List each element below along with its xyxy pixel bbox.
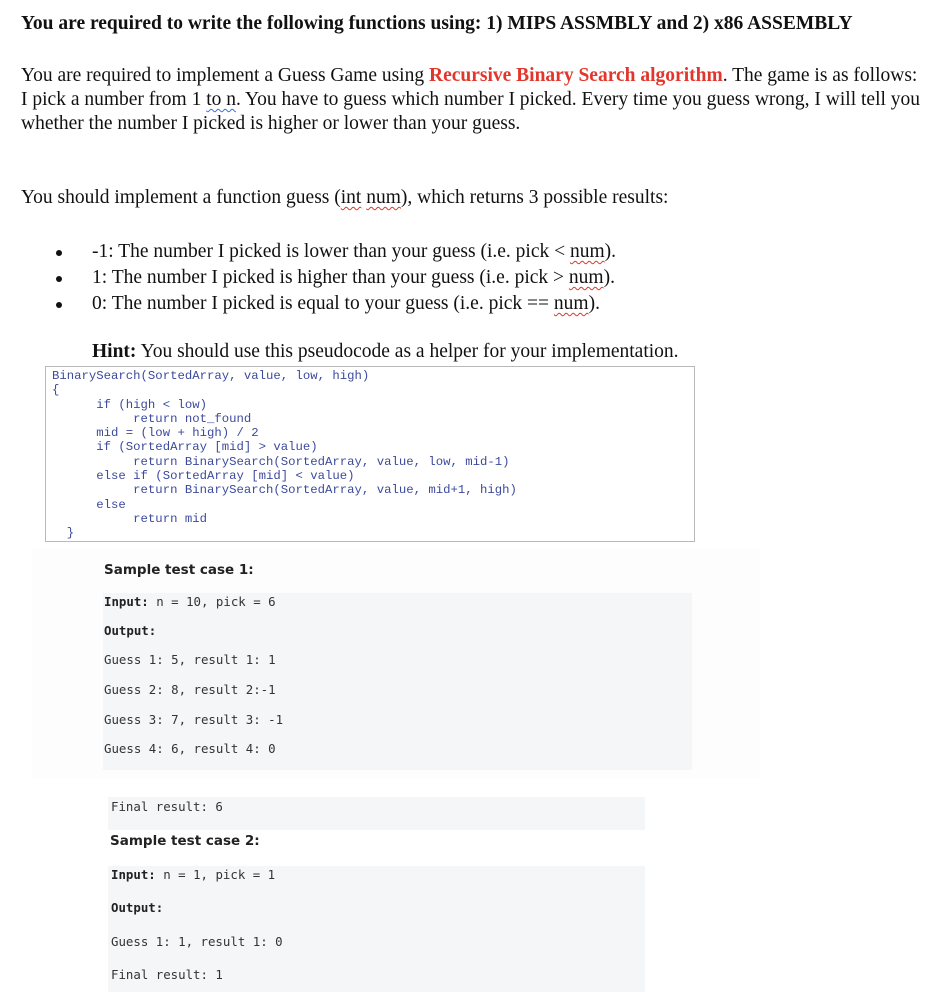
sample1-output-label: Output: — [104, 623, 156, 638]
sample2-heading: Sample test case 2: — [110, 833, 260, 849]
pseudocode-line: return BinarySearch(SortedArray, value, … — [133, 483, 517, 498]
result-text: -1: The number I picked is lower than yo… — [92, 241, 570, 262]
sample2-final-result: Final result: 1 — [111, 967, 223, 982]
assignment-title: You are required to write the following … — [21, 13, 853, 34]
pseudocode-line: else — [96, 497, 126, 512]
pseudocode-text: BinarySearch(SortedArray, value, low, hi… — [52, 369, 517, 541]
result-list: -1: The number I picked is lower than yo… — [56, 240, 616, 318]
sample2-guess-1: Guess 1: 1, result 1: 0 — [111, 934, 283, 949]
result-item-lower: -1: The number I picked is lower than yo… — [56, 240, 616, 266]
bullet-icon — [56, 250, 62, 256]
result-text: 0: The number I picked is equal to your … — [92, 293, 554, 314]
sample1-heading: Sample test case 1: — [104, 562, 254, 578]
spell-flagged-num: num — [553, 293, 589, 314]
function-description: You should implement a function guess (i… — [21, 186, 668, 210]
algorithm-highlight: Recursive Binary Search algorithm — [428, 65, 723, 86]
spell-flagged-num: num — [366, 187, 401, 208]
spell-flagged-num: num — [569, 241, 605, 262]
result-text-end: ). — [603, 267, 615, 288]
pseudocode-line: return mid — [133, 511, 207, 526]
pseudocode-line: BinarySearch(SortedArray, value, low, hi… — [52, 369, 370, 383]
intro-text: You are required to implement a Guess Ga… — [21, 65, 429, 86]
sample1-guess-4: Guess 4: 6, result 4: 0 — [104, 741, 276, 756]
pseudocode-line: mid = (low + high) / 2 — [96, 426, 259, 441]
result-item-equal: 0: The number I picked is equal to your … — [56, 292, 616, 318]
result-text-end: ). — [604, 241, 617, 262]
input-value: n = 10, pick = 6 — [148, 594, 276, 609]
input-value: n = 1, pick = 1 — [155, 867, 276, 882]
sample1-guess-2: Guess 2: 8, result 2:-1 — [104, 682, 276, 697]
output-label: Output: — [104, 623, 157, 638]
input-label: Input: — [104, 594, 149, 609]
result-item-higher: 1: The number I picked is higher than yo… — [56, 266, 616, 292]
game-rules-text: I pick a number from 1 — [21, 89, 207, 110]
sample1-final-block: Final result: 6 — [108, 797, 645, 830]
output-label: Output: — [111, 900, 164, 915]
pseudocode-line: if (high < low) — [96, 397, 207, 412]
sample2-output-label: Output: — [111, 900, 163, 915]
intro-paragraph: You are required to implement a Guess Ga… — [21, 64, 921, 136]
pseudocode-box: BinarySearch(SortedArray, value, low, hi… — [45, 366, 695, 542]
hint-label: Hint: — [92, 341, 137, 362]
sample2-block: Input: n = 1, pick = 1 Output: Guess 1: … — [108, 866, 645, 992]
spell-flagged-int: int — [340, 187, 362, 208]
intro-text-cont: . The game is as follows: — [722, 65, 918, 86]
pseudocode-line: } — [52, 526, 75, 541]
bullet-icon — [56, 302, 62, 308]
pseudocode-line: { — [52, 383, 60, 398]
sample1-input: Input: n = 10, pick = 6 — [104, 594, 276, 609]
pseudocode-line: else if (SortedArray [mid] < value) — [96, 469, 355, 484]
sample2-input: Input: n = 1, pick = 1 — [111, 867, 275, 882]
hint-paragraph: Hint: You should use this pseudocode as … — [92, 340, 679, 364]
pseudocode-line: return not_found — [133, 411, 252, 426]
sample1-guess-1: Guess 1: 5, result 1: 1 — [104, 652, 276, 667]
pseudocode-line: if (SortedArray [mid] > value) — [96, 440, 318, 455]
bullet-icon — [56, 276, 62, 282]
function-desc-text: You should implement a function guess ( — [21, 187, 341, 208]
grammar-flagged-text: to n — [206, 89, 236, 110]
sample1-block: Input: n = 10, pick = 6 Output: Guess 1:… — [103, 593, 692, 770]
result-text: 1: The number I picked is higher than yo… — [92, 267, 569, 288]
pseudocode-line: return BinarySearch(SortedArray, value, … — [133, 454, 510, 469]
input-label: Input: — [111, 867, 156, 882]
sample1-final-result: Final result: 6 — [111, 799, 223, 814]
spell-flagged-num: num — [568, 267, 604, 288]
sample1-guess-3: Guess 3: 7, result 3: -1 — [104, 712, 284, 727]
result-text-end: ). — [588, 293, 600, 314]
function-desc-text-cont: ), which returns 3 possible results: — [400, 187, 669, 208]
hint-text: You should use this pseudocode as a help… — [136, 341, 679, 362]
